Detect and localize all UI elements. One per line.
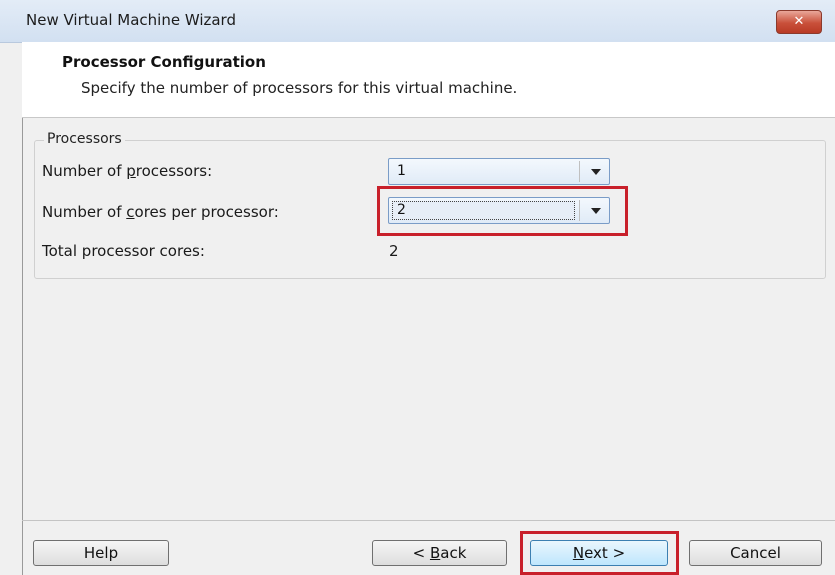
num-processors-dropdown[interactable]: 1 [388, 158, 610, 185]
total-cores-value: 2 [389, 242, 399, 260]
help-button[interactable]: Help [33, 540, 169, 566]
wizard-header: Processor Configuration Specify the numb… [22, 42, 835, 118]
page-title: Processor Configuration [62, 53, 266, 71]
page-subtitle: Specify the number of processors for thi… [81, 79, 518, 97]
back-button[interactable]: < Back [372, 540, 507, 566]
processors-group-label: Processors [44, 131, 125, 147]
cores-per-processor-label: Number of cores per processor: [42, 203, 279, 221]
close-icon: ✕ [793, 14, 805, 29]
next-highlight-box [520, 531, 679, 575]
chevron-down-icon [591, 169, 601, 175]
title-bar[interactable]: New Virtual Machine Wizard ✕ [0, 0, 835, 43]
wizard-window: New Virtual Machine Wizard ✕ Processor C… [0, 0, 835, 575]
footer-divider [22, 520, 835, 521]
cores-highlight-box [377, 186, 628, 236]
cancel-button[interactable]: Cancel [689, 540, 822, 566]
close-button[interactable]: ✕ [776, 10, 822, 34]
total-cores-label: Total processor cores: [42, 242, 205, 260]
window-title: New Virtual Machine Wizard [26, 11, 236, 29]
dropdown-separator [579, 161, 580, 182]
window-left-border [22, 42, 23, 575]
num-processors-value: 1 [397, 163, 406, 179]
num-processors-label: Number of processors: [42, 162, 213, 180]
